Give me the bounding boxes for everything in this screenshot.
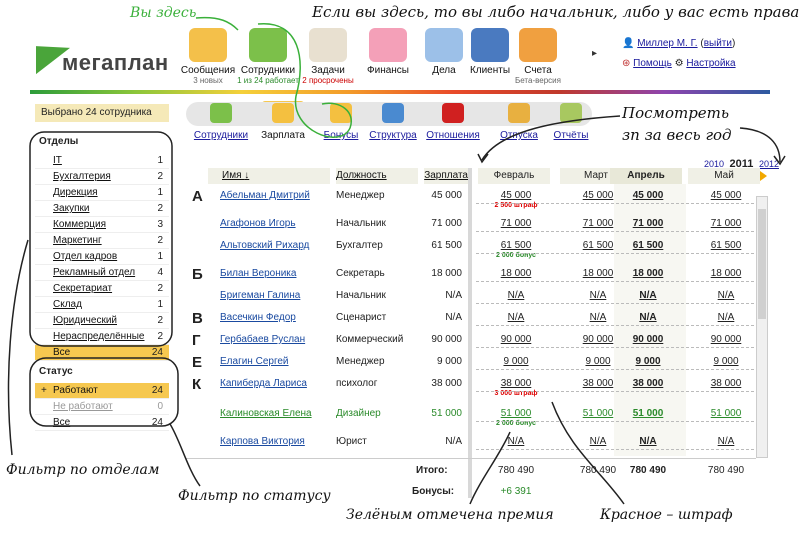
- filter-depts-pointer: [7, 239, 29, 456]
- see-salary-arrow-left: [481, 115, 621, 161]
- depts-highlight: [29, 131, 173, 347]
- green-note-pointer: [469, 431, 511, 505]
- you-are-here-pointer: [195, 16, 239, 31]
- status-highlight: [29, 357, 179, 427]
- red-note-pointer: [551, 401, 625, 505]
- filter-status-pointer: [169, 423, 201, 487]
- you-are-here-loop: [257, 23, 353, 138]
- annotation-lines: [7, 16, 786, 505]
